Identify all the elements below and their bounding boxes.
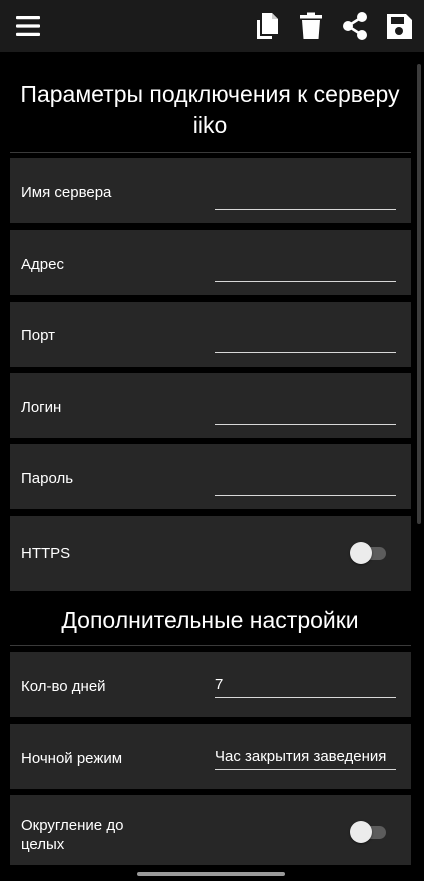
password-label: Пароль: [21, 470, 74, 487]
address-input[interactable]: [215, 258, 396, 282]
password-input[interactable]: [215, 472, 396, 496]
menu-icon[interactable]: [11, 9, 45, 43]
night-mode-select[interactable]: Час закрытия заведения: [215, 746, 396, 770]
additional-section-title: Дополнительные настройки: [61, 607, 359, 633]
rounding-label: Округление до целых: [21, 817, 124, 853]
password-row: Пароль: [10, 444, 411, 509]
login-input[interactable]: [215, 401, 396, 425]
server-name-row: Имя сервера: [10, 158, 411, 223]
scrollbar[interactable]: [417, 64, 421, 524]
login-row: Логин: [10, 373, 411, 438]
share-icon[interactable]: [338, 9, 372, 43]
address-label: Адрес: [21, 256, 64, 273]
copy-icon[interactable]: [249, 9, 283, 43]
port-label: Порт: [21, 327, 56, 344]
settings-scroll-area[interactable]: Параметры подключения к серверу iiko Имя…: [0, 52, 424, 881]
home-indicator[interactable]: [137, 872, 285, 876]
rounding-toggle[interactable]: [350, 821, 388, 843]
address-row: Адрес: [10, 230, 411, 295]
https-toggle-thumb: [350, 542, 372, 564]
night-mode-row: Ночной режим Час закрытия заведения: [10, 724, 411, 789]
rounding-row[interactable]: Округление до целых: [10, 795, 411, 865]
https-toggle[interactable]: [350, 542, 388, 564]
app-toolbar: [0, 0, 424, 52]
server-name-label: Имя сервера: [21, 184, 112, 201]
port-input[interactable]: [215, 329, 396, 353]
https-row[interactable]: HTTPS: [10, 516, 411, 591]
days-label: Кол-во дней: [21, 678, 106, 695]
server-name-input[interactable]: [215, 186, 396, 210]
section-divider: [10, 645, 411, 646]
port-row: Порт: [10, 302, 411, 367]
https-label: HTTPS: [21, 545, 71, 562]
connection-section-title: Параметры подключения к серверу iiko: [20, 81, 400, 138]
days-row: Кол-во дней 7: [10, 652, 411, 717]
trash-icon[interactable]: [294, 9, 328, 43]
save-icon[interactable]: [382, 9, 416, 43]
days-input[interactable]: 7: [215, 674, 396, 698]
night-mode-label: Ночной режим: [21, 750, 123, 767]
rounding-toggle-thumb: [350, 821, 372, 843]
login-label: Логин: [21, 399, 62, 416]
section-divider: [10, 152, 411, 153]
